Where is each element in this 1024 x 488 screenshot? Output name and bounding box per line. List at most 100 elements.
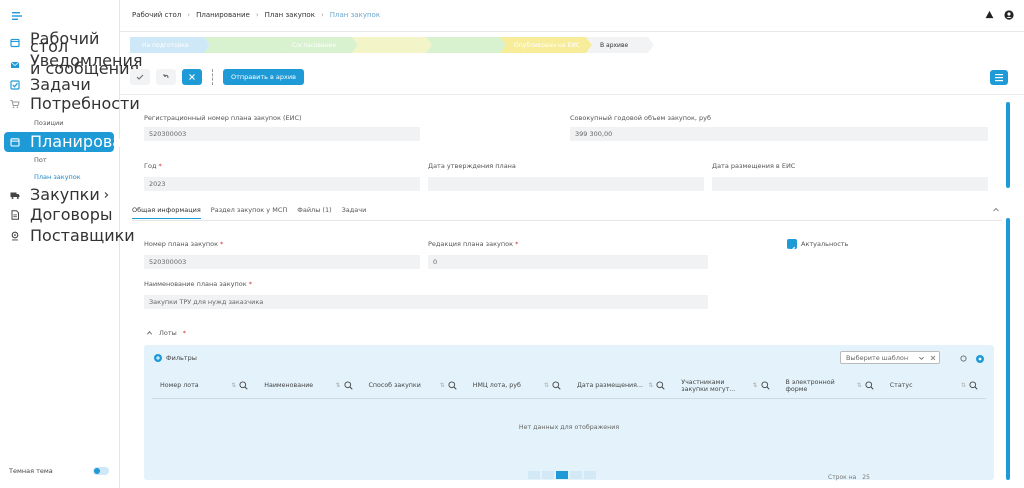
dark-theme-toggle[interactable] <box>93 467 109 475</box>
lots-section-header[interactable]: Лоты * <box>146 329 186 337</box>
toolbar-divider <box>212 69 213 85</box>
document-menu-button[interactable] <box>990 70 1008 85</box>
undo-icon <box>163 74 169 79</box>
reg-number-field: 520300003 <box>144 127 420 141</box>
breadcrumb-item[interactable]: План закупок <box>265 11 315 19</box>
location-icon <box>11 231 19 241</box>
close-button[interactable] <box>182 69 202 85</box>
sort-icon[interactable]: ⇅ <box>961 382 966 389</box>
year-field: 2023 <box>144 177 420 191</box>
column-header[interactable]: Участниками закупки могут... ⇅ <box>673 373 777 398</box>
page-button[interactable] <box>542 471 554 479</box>
sidebar-item-purchases[interactable]: Закупки <box>4 185 114 205</box>
breadcrumb: Рабочий стол › Планирование › План закупок… <box>132 11 381 19</box>
sidebar-subitem-pot[interactable]: Пот <box>34 156 47 164</box>
search-icon[interactable] <box>760 381 770 390</box>
sort-icon[interactable]: ⇅ <box>440 382 445 389</box>
sidebar-item-suppliers[interactable]: Поставщики <box>4 226 135 246</box>
column-header[interactable]: Дата размещения... ⇅ <box>569 373 673 398</box>
rows-per-page-select[interactable]: 25 <box>862 474 870 481</box>
user-icon[interactable] <box>1004 10 1014 20</box>
template-placeholder: Выберите шаблон <box>846 353 909 362</box>
reject-button[interactable] <box>156 69 176 85</box>
sidebar-item-planning[interactable]: Планирование <box>4 132 153 152</box>
breadcrumb-item[interactable]: Планирование <box>196 11 250 19</box>
dark-theme-label: Темная тема <box>9 467 53 475</box>
tabs-divider <box>132 220 1002 221</box>
page-button[interactable] <box>528 471 540 479</box>
template-select[interactable]: Выберите шаблон <box>840 351 940 364</box>
send-to-archive-button[interactable]: Отправить в архив <box>223 69 304 85</box>
page-button[interactable] <box>584 471 596 479</box>
search-icon[interactable] <box>552 381 561 390</box>
sort-icon[interactable]: ⇅ <box>231 382 236 389</box>
column-header[interactable]: Статус ⇅ <box>882 373 986 398</box>
page-button[interactable] <box>570 471 582 479</box>
lots-grid: Фильтры Выберите шаблон Номер лота ⇅ Наим… <box>144 345 994 481</box>
column-header[interactable]: В электронной форме ⇅ <box>778 373 882 398</box>
sidebar-item-label: Поставщики <box>30 226 135 245</box>
plan-name-field[interactable]: Закупки ТРУ для нужд заказчика <box>144 295 708 309</box>
truck-icon <box>10 192 20 199</box>
search-icon[interactable] <box>448 381 457 390</box>
sidebar-item-needs[interactable]: Потребности <box>4 94 140 114</box>
pagination <box>528 471 596 479</box>
breadcrumb-item[interactable]: Рабочий стол <box>132 11 181 19</box>
tab-tasks[interactable]: Задачи <box>342 206 367 219</box>
revision-label: Редакция плана закупок * <box>428 240 519 248</box>
sidebar-item-contracts[interactable]: Договоры <box>4 205 114 225</box>
tab-files[interactable]: Файлы (1) <box>297 206 331 219</box>
actual-checkbox[interactable] <box>787 239 797 252</box>
page-button-current[interactable] <box>556 471 568 479</box>
sort-icon[interactable]: ⇅ <box>335 382 340 389</box>
confirm-button[interactable] <box>130 69 150 85</box>
sidebar-item-desktop[interactable]: Рабочий стол <box>4 31 114 55</box>
tab-general[interactable]: Общая информация <box>132 206 201 219</box>
status-stages: На подготовке Согласование Опубликован н… <box>130 37 648 53</box>
plan-number-field[interactable]: 520300003 <box>144 255 420 269</box>
column-header[interactable]: НМЦ лота, руб ⇅ <box>465 373 569 398</box>
sort-icon[interactable]: ⇅ <box>857 382 862 389</box>
tab-sme-section[interactable]: Раздел закупок у МСП <box>211 206 287 219</box>
add-icon[interactable] <box>976 355 984 363</box>
sort-icon[interactable]: ⇅ <box>752 382 757 389</box>
check-icon <box>788 246 796 252</box>
search-icon[interactable] <box>343 381 353 390</box>
search-icon[interactable] <box>865 381 874 390</box>
stage-3 <box>352 37 432 53</box>
actual-label: Актуальность <box>801 240 849 248</box>
refresh-icon[interactable] <box>960 355 967 362</box>
sort-icon[interactable]: ⇅ <box>648 382 653 389</box>
chevron-up-icon <box>146 331 153 335</box>
checkbox-icon <box>10 80 20 90</box>
revision-label-text: Редакция плана закупок <box>428 240 513 248</box>
search-icon[interactable] <box>239 381 248 390</box>
search-icon[interactable] <box>656 381 665 390</box>
revision-field[interactable]: 0 <box>428 255 708 269</box>
column-header[interactable]: Наименование ⇅ <box>256 373 360 398</box>
sort-icon[interactable]: ⇅ <box>544 382 549 389</box>
chevron-down-icon <box>919 356 924 360</box>
clear-icon <box>930 355 936 361</box>
filters-button[interactable]: Фильтры <box>154 354 197 362</box>
sidebar-item-label: Договоры <box>30 205 113 224</box>
search-icon[interactable] <box>969 381 978 390</box>
rows-per-page: Строк на 25 <box>828 474 870 481</box>
header-scrollbar[interactable] <box>1006 102 1010 188</box>
column-header[interactable]: Номер лота ⇅ <box>152 373 256 398</box>
hamburger-menu-icon[interactable] <box>12 11 22 21</box>
warning-icon[interactable] <box>985 10 994 19</box>
column-header[interactable]: Способ закупки ⇅ <box>361 373 465 398</box>
sidebar-subitem-plan[interactable]: План закупок <box>34 173 81 181</box>
calendar-icon <box>10 138 20 147</box>
content-scrollbar[interactable] <box>1006 218 1010 480</box>
sidebar-item-notifications[interactable]: Уведомления и сообщения <box>4 53 143 77</box>
approval-date-label: Дата утверждения плана <box>428 162 516 170</box>
cart-icon <box>10 100 20 109</box>
sidebar-subitem-positions[interactable]: Позиции <box>34 119 63 127</box>
plan-number-label: Номер плана закупок * <box>144 240 224 248</box>
collapse-icon[interactable] <box>992 207 1000 213</box>
close-icon <box>189 74 195 80</box>
sidebar-item-tasks[interactable]: Задачи <box>4 75 114 95</box>
check-icon <box>136 74 144 80</box>
